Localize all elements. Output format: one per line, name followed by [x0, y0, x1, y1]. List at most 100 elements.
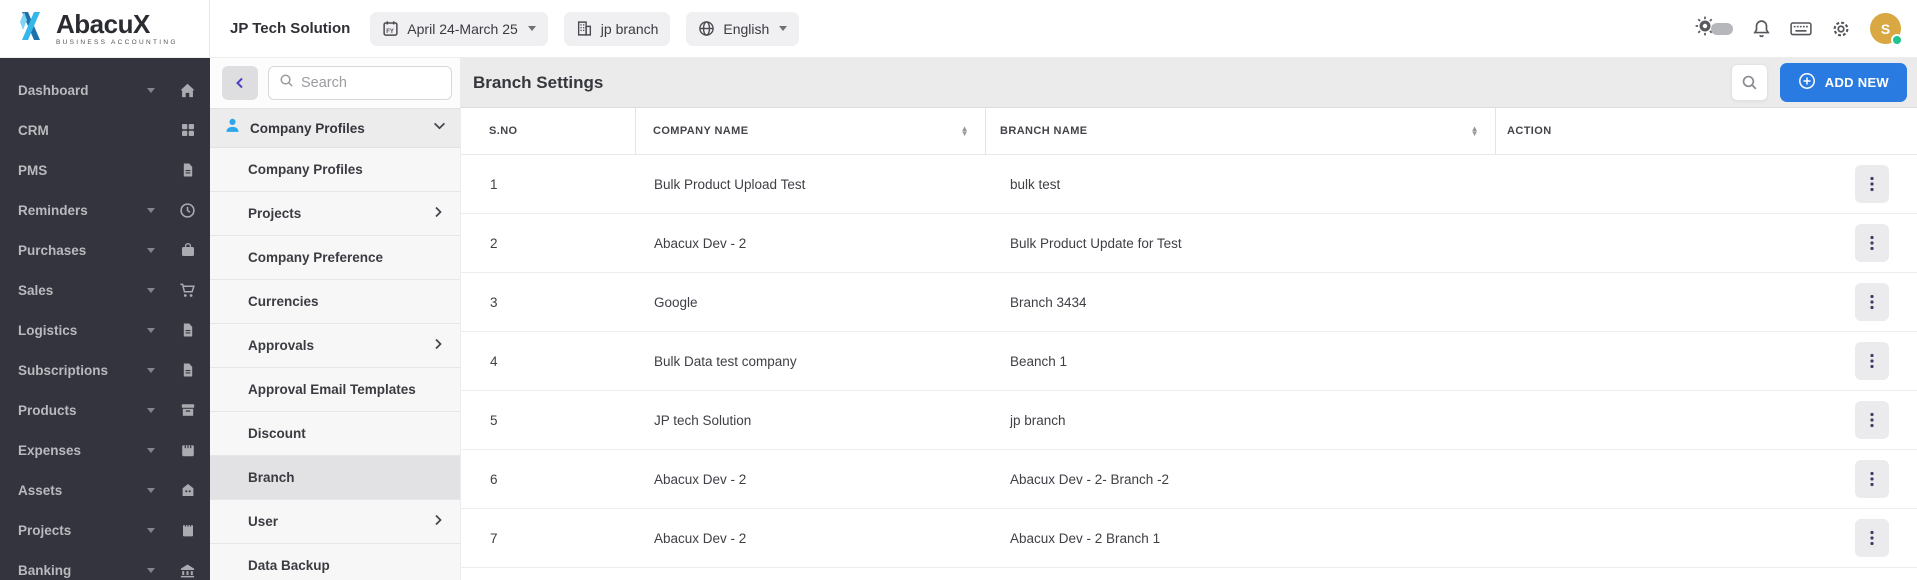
submenu-search-input[interactable]: [301, 75, 441, 91]
cell-company-name: Bulk Data test company: [654, 353, 797, 369]
sidebar-item[interactable]: PMS: [0, 150, 210, 190]
row-actions-button[interactable]: [1855, 460, 1889, 498]
language-label: English: [723, 20, 770, 37]
add-new-button[interactable]: ADD NEW: [1779, 63, 1907, 102]
sidebar-item[interactable]: Purchases: [0, 230, 210, 270]
cell-company-name: Abacux Dev - 2: [654, 471, 747, 487]
briefcase-icon: [179, 242, 196, 259]
sidebar-item-label: Expenses: [18, 442, 82, 458]
cell-branch-name: Abacux Dev - 2- Branch -2: [1010, 471, 1170, 487]
brand-logo[interactable]: AbacuX BUSINESS ACCOUNTING: [0, 0, 210, 57]
table-row: 3 Google Branch 3434: [461, 273, 1917, 332]
sidebar-item[interactable]: Assets: [0, 470, 210, 510]
archive-icon: [179, 402, 196, 419]
document-icon: [179, 322, 196, 339]
submenu-item[interactable]: Projects: [210, 192, 460, 236]
chevron-down-icon: [147, 407, 155, 413]
submenu-item[interactable]: Company Profiles: [210, 148, 460, 192]
settings-submenu: Company Profiles Company Profiles: [210, 58, 460, 580]
kebab-vertical-dots-icon: [1870, 530, 1874, 546]
topbar-actions: S: [1694, 13, 1903, 46]
keyboard-icon[interactable]: [1790, 19, 1812, 38]
submenu-item[interactable]: Company Preference: [210, 236, 460, 280]
building-icon: [576, 20, 593, 37]
submenu-item[interactable]: User: [210, 500, 460, 544]
notification-bell-icon[interactable]: [1752, 19, 1771, 38]
sidebar-item[interactable]: Reminders: [0, 190, 210, 230]
row-actions-button[interactable]: [1855, 401, 1889, 439]
submenu-item[interactable]: Currencies: [210, 280, 460, 324]
cell-sno: 2: [490, 235, 498, 251]
submenu-item-label: Projects: [248, 206, 302, 221]
sidebar-item[interactable]: Expenses: [0, 430, 210, 470]
row-actions-button[interactable]: [1855, 283, 1889, 321]
submenu-group-header[interactable]: Company Profiles: [210, 108, 460, 148]
sidebar-item-label: Projects: [18, 522, 72, 538]
row-actions-button[interactable]: [1855, 342, 1889, 380]
chevron-down-icon: [433, 119, 446, 137]
table-body: 1 Bulk Product Upload Test bulk test 2 A…: [461, 155, 1917, 580]
row-actions-button[interactable]: [1855, 519, 1889, 557]
main-content: Branch Settings ADD NEW S.NO COMPANY NAM…: [460, 58, 1917, 580]
chevron-right-icon: [432, 338, 444, 353]
submenu-item-label: Currencies: [248, 294, 319, 309]
cell-sno: 1: [490, 176, 498, 192]
kebab-vertical-dots-icon: [1870, 294, 1874, 310]
submenu-item[interactable]: Approvals: [210, 324, 460, 368]
table-search-button[interactable]: [1730, 64, 1768, 101]
sort-icon[interactable]: ▲ ▼: [961, 125, 969, 138]
user-avatar[interactable]: S: [1870, 13, 1903, 46]
submenu-item[interactable]: Data Backup: [210, 544, 460, 580]
cell-company-name: Bulk Product Upload Test: [654, 176, 806, 192]
kebab-vertical-dots-icon: [1870, 176, 1874, 192]
submenu-item[interactable]: Discount: [210, 412, 460, 456]
settings-gear-icon[interactable]: [1831, 19, 1851, 39]
cell-sno: 3: [490, 294, 498, 310]
branch-label: jp branch: [600, 20, 659, 37]
submenu-item-label: Company Preference: [248, 250, 384, 265]
kebab-vertical-dots-icon: [1870, 471, 1874, 487]
sidebar-item[interactable]: Projects: [0, 510, 210, 550]
cell-company-name: Abacux Dev - 2: [654, 530, 747, 546]
fiscal-year-selector[interactable]: FY April 24-March 25: [370, 11, 548, 46]
submenu-item[interactable]: Approval Email Templates: [210, 368, 460, 412]
chevron-down-icon: [147, 287, 155, 293]
fiscal-year-calendar-icon: FY: [382, 20, 399, 37]
row-actions-button[interactable]: [1855, 165, 1889, 203]
branch-selector[interactable]: jp branch: [563, 11, 671, 46]
language-selector[interactable]: English: [686, 11, 800, 46]
sidebar-item-label: PMS: [18, 162, 48, 178]
cell-sno: 4: [490, 353, 498, 369]
home-icon: [179, 82, 196, 99]
cell-company-name: JP tech Solution: [654, 412, 752, 428]
cell-sno: 5: [490, 412, 498, 428]
sidebar-item[interactable]: Sales: [0, 270, 210, 310]
chevron-down-icon: [147, 487, 155, 493]
sidebar-item[interactable]: Products: [0, 390, 210, 430]
add-new-label: ADD NEW: [1824, 75, 1889, 90]
submenu-item-label: Company Profiles: [248, 162, 363, 177]
theme-toggle[interactable]: [1694, 15, 1733, 42]
toggle-track: [1711, 22, 1733, 35]
cell-branch-name: Abacux Dev - 2 Branch 1: [1010, 530, 1161, 546]
sidebar-item[interactable]: CRM: [0, 110, 210, 150]
sidebar-item-label: Logistics: [18, 322, 78, 338]
chevron-down-icon: [147, 447, 155, 453]
submenu-item-label: User: [248, 514, 279, 529]
submenu-item[interactable]: Branch: [210, 456, 460, 500]
topbar: AbacuX BUSINESS ACCOUNTING JP Tech Solut…: [0, 0, 1917, 58]
primary-sidebar: Dashboard CRM PMS Reminders Purchases Sa…: [0, 58, 210, 580]
cell-sno: 7: [490, 530, 498, 546]
row-actions-button[interactable]: [1855, 224, 1889, 262]
sidebar-item[interactable]: Subscriptions: [0, 350, 210, 390]
column-header-company-name: COMPANY NAME ▲ ▼: [636, 108, 986, 154]
document-icon: [179, 362, 196, 379]
collapse-back-button[interactable]: [222, 66, 258, 100]
fiscal-year-label: April 24-March 25: [407, 20, 518, 37]
sidebar-item[interactable]: Dashboard: [0, 70, 210, 110]
kebab-vertical-dots-icon: [1870, 235, 1874, 251]
submenu-search: [268, 66, 452, 100]
sort-icon[interactable]: ▲ ▼: [1471, 125, 1479, 138]
sidebar-item[interactable]: Banking: [0, 550, 210, 580]
sidebar-item[interactable]: Logistics: [0, 310, 210, 350]
